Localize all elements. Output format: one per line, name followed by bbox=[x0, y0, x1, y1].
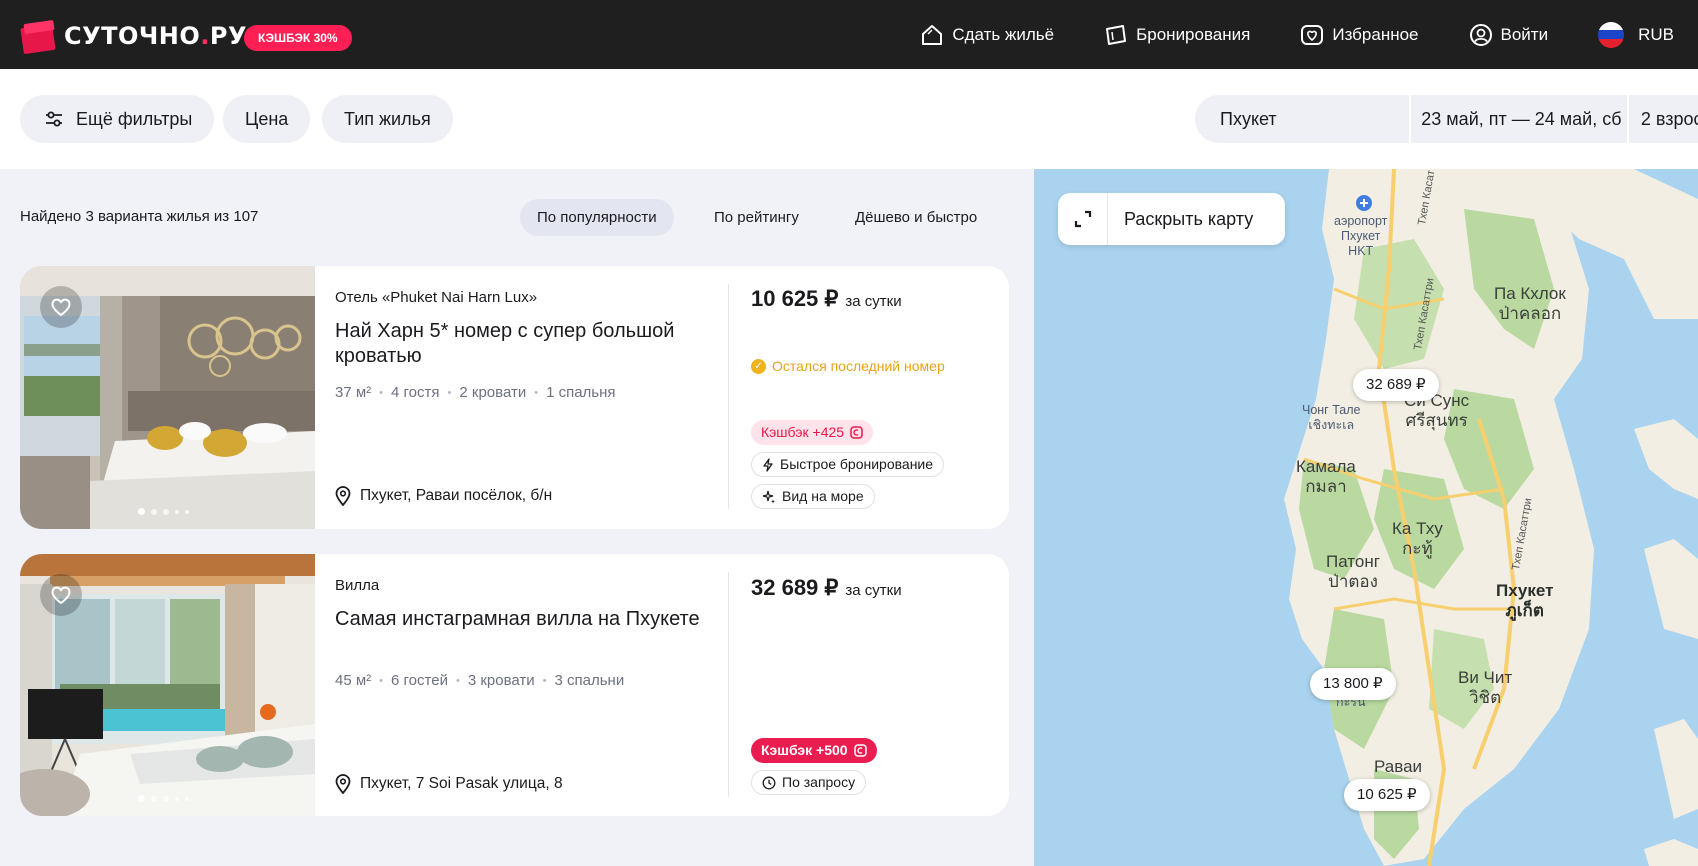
location-pin-icon bbox=[335, 774, 351, 794]
price-marker[interactable]: 13 800 ₽ bbox=[1310, 668, 1396, 700]
favorites-link[interactable]: Избранное bbox=[1300, 23, 1419, 47]
listing-specs: 37 м² • 4 гостя • 2 кровати • 1 спальня bbox=[335, 384, 616, 401]
user-icon bbox=[1469, 23, 1492, 46]
header-nav: Сдать жильё Бронирования Избранное Войти… bbox=[870, 0, 1674, 69]
on-request-tag: По запросу bbox=[751, 770, 867, 795]
card-divider bbox=[728, 572, 729, 797]
sort-rating[interactable]: По рейтингу bbox=[697, 199, 816, 236]
currency-selector[interactable]: RUB bbox=[1598, 21, 1674, 48]
bookings-link[interactable]: Бронирования bbox=[1104, 24, 1250, 46]
favorites-label: Избранное bbox=[1332, 24, 1419, 44]
heart-icon bbox=[51, 586, 71, 605]
spec-area: 37 м² bbox=[335, 384, 372, 401]
place-label: Ви Чит วิชิต bbox=[1458, 668, 1513, 707]
expand-map-label: Раскрыть карту bbox=[1124, 208, 1254, 229]
rent-out-link[interactable]: Сдать жильё bbox=[920, 24, 1054, 46]
logo[interactable]: СУТОЧНО.РУ bbox=[20, 18, 247, 55]
search-dates-field[interactable]: 23 май, пт — 24 май, сб bbox=[1411, 95, 1629, 143]
place-label: Камала กมลา bbox=[1296, 457, 1356, 496]
cashback-pill[interactable]: Кэшбэк +425 bbox=[751, 420, 874, 445]
spec-area: 45 м² bbox=[335, 672, 372, 689]
listing-photo[interactable] bbox=[20, 554, 315, 816]
cashback-coin-icon bbox=[850, 426, 863, 439]
sort-cheap-fast[interactable]: Дёшево и быстро bbox=[838, 199, 994, 236]
spec-beds: 2 кровати bbox=[459, 384, 527, 401]
login-link[interactable]: Войти bbox=[1469, 23, 1549, 47]
more-filters-label: Ещё фильтры bbox=[76, 109, 193, 129]
house-icon bbox=[922, 24, 943, 45]
listing-address[interactable]: Пхукет, Раваи посёлок, б/н bbox=[335, 486, 552, 506]
sea-view-tag: Вид на море bbox=[751, 484, 875, 509]
listing-type: Вилла bbox=[335, 577, 380, 594]
place-label: Па Кхлок ป่าคลอก bbox=[1494, 284, 1566, 323]
place-label: Ка Тху กะทู้ bbox=[1392, 519, 1443, 558]
search-city-field[interactable]: Пхукет bbox=[1195, 95, 1412, 143]
more-filters-button[interactable]: Ещё фильтры bbox=[20, 95, 215, 143]
bookings-label: Бронирования bbox=[1136, 24, 1251, 44]
listing-card[interactable]: Вилла Самая инстаграмная вилла на Пхукет… bbox=[20, 554, 1009, 816]
map-background bbox=[1284, 169, 1698, 866]
place-label: Патонг ป่าตอง bbox=[1326, 552, 1380, 591]
logo-icon bbox=[20, 18, 56, 55]
airport-label: аэропорт Пхукет HKT bbox=[1334, 214, 1388, 258]
sparkle-icon bbox=[762, 490, 776, 504]
place-label: Чонг Тале เชิงทะเล bbox=[1302, 403, 1361, 432]
search-guests-field[interactable]: 2 взрослых bbox=[1629, 95, 1698, 143]
price-filter-button[interactable]: Цена bbox=[223, 95, 311, 143]
expand-icon bbox=[1058, 193, 1108, 245]
type-filter-button[interactable]: Тип жилья bbox=[322, 95, 453, 143]
listing-price: 32 689 ₽ за сутки bbox=[751, 575, 902, 600]
cashback-pill[interactable]: Кэшбэк +500 bbox=[751, 738, 877, 763]
top-navbar: СУТОЧНО.РУ КЭШБЭК 30% Сдать жильё Бронир… bbox=[0, 0, 1698, 69]
listing-title[interactable]: Най Харн 5* номер с супер большой кроват… bbox=[335, 319, 715, 369]
place-label: Раваи bbox=[1374, 757, 1423, 776]
listing-price: 10 625 ₽ за сутки bbox=[751, 286, 902, 311]
favorite-button[interactable] bbox=[40, 286, 82, 328]
heart-icon bbox=[51, 298, 71, 317]
listing-photo[interactable] bbox=[20, 266, 315, 529]
results-count: Найдено 3 варианта жилья из 107 bbox=[20, 208, 259, 225]
photo-pagination[interactable] bbox=[138, 795, 195, 802]
cashback-coin-icon bbox=[853, 744, 867, 757]
lightning-icon bbox=[762, 457, 774, 472]
place-label: Пхукет ภูเก็ต bbox=[1496, 581, 1554, 620]
listing-type: Отель «Phuket Nai Harn Lux» bbox=[335, 289, 538, 306]
expand-map-button[interactable]: Раскрыть карту bbox=[1058, 193, 1285, 245]
photo-pagination[interactable] bbox=[138, 508, 195, 515]
currency-label: RUB bbox=[1638, 24, 1674, 44]
sort-popularity[interactable]: По популярности bbox=[520, 199, 674, 236]
login-label: Войти bbox=[1500, 24, 1549, 44]
search-bar: Пхукет 23 май, пт — 24 май, сб 2 взрослы… bbox=[1195, 95, 1698, 143]
russia-flag-icon bbox=[1598, 21, 1625, 48]
favorite-button[interactable] bbox=[40, 574, 82, 616]
filter-bar: Ещё фильтры Цена Тип жилья Пхукет 23 май… bbox=[0, 69, 1698, 169]
price-marker[interactable]: 32 689 ₽ bbox=[1353, 369, 1439, 401]
clock-icon bbox=[762, 776, 776, 790]
heart-icon bbox=[1301, 24, 1324, 45]
check-icon: ✓ bbox=[751, 358, 766, 374]
instant-booking-tag: Быстрое бронирование bbox=[751, 452, 945, 477]
listing-title[interactable]: Самая инстаграмная вилла на Пхукете bbox=[335, 607, 715, 632]
location-pin-icon bbox=[335, 486, 351, 506]
listing-address[interactable]: Пхукет, 7 Soi Pasak улица, 8 bbox=[335, 774, 563, 794]
listing-specs: 45 м² • 6 гостей • 3 кровати • 3 спальни bbox=[335, 672, 625, 689]
ticket-icon bbox=[1106, 24, 1127, 45]
spec-guests: 4 гостя bbox=[391, 384, 440, 401]
card-divider bbox=[728, 284, 729, 509]
rent-out-label: Сдать жильё bbox=[952, 24, 1055, 44]
spec-guests: 6 гостей bbox=[391, 672, 448, 689]
spec-bedrooms: 1 спальня bbox=[546, 384, 616, 401]
spec-bedrooms: 3 спальни bbox=[554, 672, 625, 689]
price-marker[interactable]: 10 625 ₽ bbox=[1344, 779, 1430, 811]
logo-text: СУТОЧНО.РУ bbox=[64, 22, 247, 50]
sliders-icon bbox=[46, 111, 62, 127]
spec-beds: 3 кровати bbox=[467, 672, 535, 689]
last-room-notice: ✓ Остался последний номер bbox=[751, 358, 945, 374]
listing-card[interactable]: Отель «Phuket Nai Harn Lux» Най Харн 5* … bbox=[20, 266, 1009, 529]
cashback-badge[interactable]: КЭШБЭК 30% bbox=[244, 25, 352, 51]
map-panel[interactable]: Раскрыть карту аэропорт Пхукет HKT Тхеп … bbox=[1034, 169, 1698, 866]
